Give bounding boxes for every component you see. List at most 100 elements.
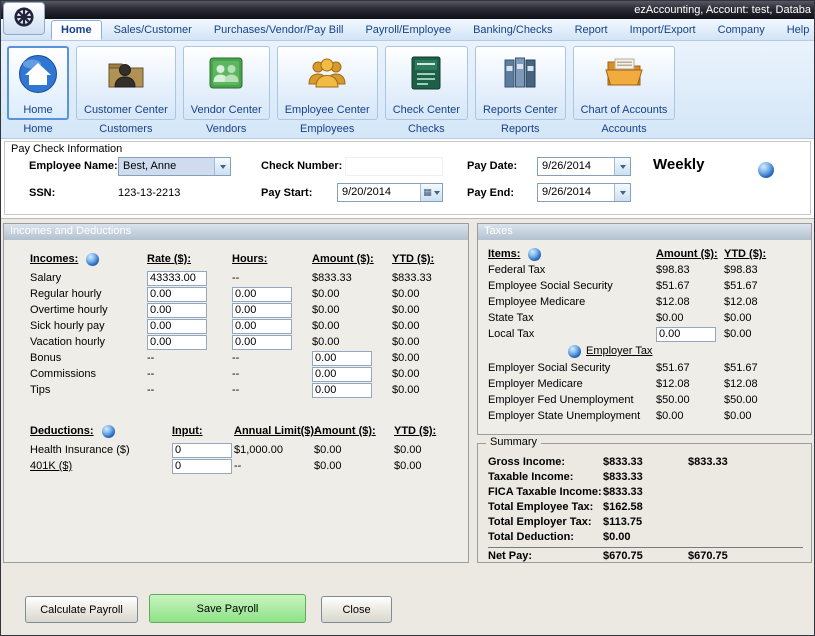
tax-label: Employer Medicare <box>488 378 656 390</box>
employer-tax-rows: Employer Social Security$51.67$51.67 Empl… <box>488 360 805 424</box>
chart-of-accounts-icon <box>601 51 647 95</box>
check-center-button[interactable]: Check Center <box>385 46 468 120</box>
save-payroll-button[interactable]: Save Payroll <box>149 594 306 623</box>
chevron-down-icon[interactable] <box>614 158 630 175</box>
check-number-label: Check Number: <box>261 160 342 172</box>
employee-center-button[interactable]: Employee Center <box>277 46 378 120</box>
income-row-bonus: Bonus----$0.00 <box>30 350 462 366</box>
tax-row-employer-social-security: Employer Social Security$51.67$51.67 <box>488 360 805 376</box>
chevron-down-icon[interactable] <box>214 158 230 175</box>
gross-income-ytd-value: $833.33 <box>688 456 803 468</box>
summary-label: Net Pay: <box>488 550 603 562</box>
chevron-down-icon[interactable] <box>614 184 630 201</box>
calculate-payroll-button[interactable]: Calculate Payroll <box>25 596 138 623</box>
vacation-hourly-hours-input[interactable] <box>232 335 292 350</box>
net-pay-ytd-value: $670.75 <box>688 550 803 562</box>
employer-medicare-ytd-value: $12.08 <box>724 378 805 390</box>
tool-caption: Customers <box>99 123 152 135</box>
tool-check-center: Check CenterChecks <box>385 46 468 135</box>
overtime-hourly-hours-input[interactable] <box>232 303 292 318</box>
ytd-header: YTD ($): <box>392 253 462 265</box>
reports-center-button[interactable]: Reports Center <box>475 46 566 120</box>
sick-hourly-pay-hours-input[interactable] <box>232 319 292 334</box>
close-button[interactable]: Close <box>321 596 392 623</box>
summary-label: Total Deduction: <box>488 531 603 543</box>
sick-hourly-pay-rate-input[interactable] <box>147 319 207 334</box>
menu-tab-sales-customer[interactable]: Sales/Customer <box>104 20 202 40</box>
pay-start-picker[interactable]: 9/20/2014 <box>337 183 443 202</box>
customer-center-button[interactable]: Customer Center <box>76 46 176 120</box>
health-insurance-input-input[interactable] <box>172 443 232 458</box>
tips-rate-value: -- <box>147 384 232 396</box>
home-button[interactable]: Home <box>7 46 69 120</box>
health-insurance-annual-limit-value: $1,000.00 <box>234 444 314 456</box>
tax-row-employer-fed-unemployment: Employer Fed Unemployment$50.00$50.00 <box>488 392 805 408</box>
check-number-input[interactable] <box>345 157 443 176</box>
local-tax-amount-input[interactable] <box>656 327 716 342</box>
vacation-hourly-amount-value: $0.00 <box>312 336 392 348</box>
menu-tab-report[interactable]: Report <box>565 20 618 40</box>
tips-amount-input[interactable] <box>312 383 372 398</box>
vacation-hourly-rate-input[interactable] <box>147 335 207 350</box>
help-globe-icon[interactable] <box>758 162 774 178</box>
employer-medicare-amount-value: $12.08 <box>656 378 724 390</box>
salary-ytd-value: $833.33 <box>392 272 462 284</box>
taxes-header: Taxes <box>478 224 811 240</box>
menu-tab-purchases-vendor-pay-bill[interactable]: Purchases/Vendor/Pay Bill <box>204 20 354 40</box>
summary-label: Total Employer Tax: <box>488 516 603 528</box>
taxable-income-value: $833.33 <box>603 471 688 483</box>
ded-amount-header: Amount ($): <box>314 425 394 437</box>
menu-tab-banking-checks[interactable]: Banking/Checks <box>463 20 563 40</box>
tool-customer-center: Customer Center Customers <box>76 46 176 135</box>
employer-tax-help-icon[interactable] <box>568 345 581 358</box>
salary-rate-input[interactable] <box>147 271 207 286</box>
employee-name-select[interactable]: Best, Anne <box>118 157 231 176</box>
bonus-amount-input[interactable] <box>312 351 372 366</box>
deduction-label: 401K ($) <box>30 460 172 472</box>
deduction-rows: Health Insurance ($)$1,000.00$0.00$0.004… <box>30 442 462 474</box>
vendor-center-button[interactable]: Vendor Center <box>183 46 270 120</box>
calendar-icon[interactable] <box>420 184 442 201</box>
tool-caption: Employees <box>300 123 354 135</box>
menu-tab-import-export[interactable]: Import/Export <box>620 20 706 40</box>
401k-input-input[interactable] <box>172 459 232 474</box>
employee-social-security-amount-value: $51.67 <box>656 280 724 292</box>
regular-hourly-rate-input[interactable] <box>147 287 207 302</box>
employee-tax-rows: Federal Tax$98.83$98.83Employee Social S… <box>488 262 805 342</box>
regular-hourly-hours-input[interactable] <box>232 287 292 302</box>
pay-end-select[interactable]: 9/26/2014 <box>537 183 631 202</box>
menu-tab-home[interactable]: Home <box>51 20 102 40</box>
employee-medicare-ytd-value: $12.08 <box>724 296 805 308</box>
menu-tab-help[interactable]: Help <box>777 20 815 40</box>
tax-amount-header: Amount ($): <box>656 248 724 260</box>
tax-headers: Items: Amount ($): YTD ($): <box>488 246 805 262</box>
menu-bar: HomeSales/CustomerPurchases/Vendor/Pay B… <box>1 19 814 41</box>
chart-of-accounts-button[interactable]: Chart of Accounts <box>573 46 676 120</box>
income-row-commissions: Commissions----$0.00 <box>30 366 462 382</box>
employer-state-unemployment-ytd-value: $0.00 <box>724 410 805 422</box>
deductions-help-icon[interactable] <box>102 425 115 438</box>
tool-button-label: Vendor Center <box>191 104 262 116</box>
overtime-hourly-rate-input[interactable] <box>147 303 207 318</box>
app-menu-button[interactable] <box>3 2 45 35</box>
summary-row-gross-income: Gross Income:$833.33$833.33 <box>488 454 803 469</box>
income-row-tips: Tips----$0.00 <box>30 382 462 398</box>
pay-date-select[interactable]: 9/26/2014 <box>537 157 631 176</box>
main-panels: Incomes and Deductions Incomes: Rate ($)… <box>1 219 814 563</box>
incomes-deductions-panel: Incomes and Deductions Incomes: Rate ($)… <box>3 223 469 563</box>
pay-frequency-label: Weekly <box>653 156 704 173</box>
commissions-amount-input[interactable] <box>312 367 372 382</box>
home-icon <box>15 51 61 95</box>
menu-tab-company[interactable]: Company <box>708 20 775 40</box>
income-row-salary: Salary--$833.33$833.33 <box>30 270 462 286</box>
menu-tab-payroll-employee[interactable]: Payroll/Employee <box>355 20 461 40</box>
summary-row-taxable-income: Taxable Income:$833.33 <box>488 469 803 484</box>
pay-date-label: Pay Date: <box>467 160 517 172</box>
incomes-help-icon[interactable] <box>86 253 99 266</box>
tool-button-label: Check Center <box>393 104 460 116</box>
taxes-help-icon[interactable] <box>528 248 541 261</box>
tax-label: Employer Fed Unemployment <box>488 394 656 406</box>
tax-row-employee-social-security: Employee Social Security$51.67$51.67 <box>488 278 805 294</box>
amount-header: Amount ($): <box>312 253 392 265</box>
total-deduction-value: $0.00 <box>603 531 688 543</box>
